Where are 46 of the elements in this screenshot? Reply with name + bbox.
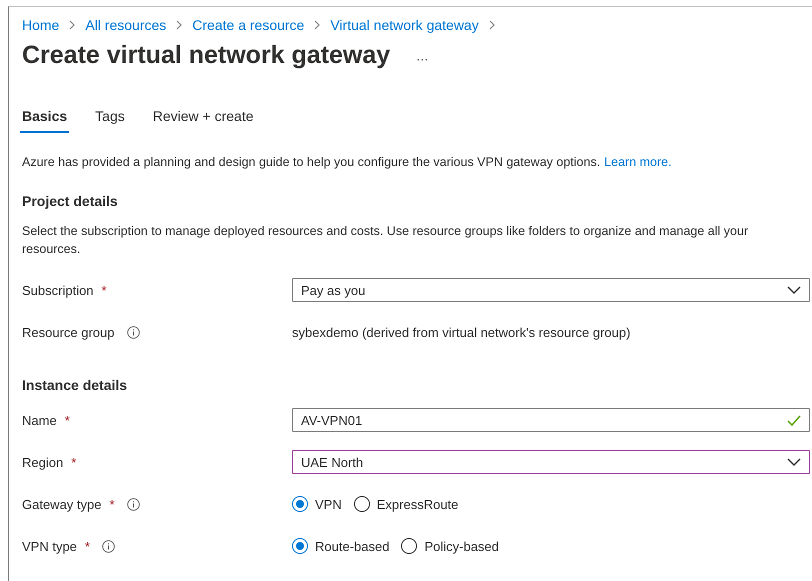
chevron-right-icon: [313, 20, 322, 30]
more-button[interactable]: ···: [416, 52, 428, 66]
info-icon[interactable]: [102, 540, 115, 552]
chevron-down-icon: [787, 458, 801, 466]
chevron-down-icon: [787, 286, 801, 294]
breadcrumb-link[interactable]: Virtual network gateway: [330, 17, 479, 33]
breadcrumb-link[interactable]: Create a resource: [192, 17, 304, 33]
radio-label: Policy-based: [424, 538, 499, 554]
section-description: Select the subscription to manage deployed resources and costs. Use resource groups like folders to organize and manage all your resources.: [22, 223, 750, 258]
chevron-right-icon: [488, 20, 496, 30]
page-title: Create virtual network gateway: [22, 41, 390, 70]
radio-button[interactable]: [292, 496, 308, 512]
chevron-right-icon: [68, 20, 76, 30]
learn-more-link[interactable]: Learn more.: [604, 155, 672, 169]
section-heading: Project details: [22, 193, 119, 209]
field-value: sybexdemo (derived from virtual network's resource group): [292, 324, 632, 340]
breadcrumb-link[interactable]: Home: [22, 17, 60, 33]
radio-button[interactable]: [401, 538, 418, 554]
field-label: Gateway type: [22, 496, 102, 512]
required-mark: *: [84, 538, 90, 554]
field-label: Region: [22, 454, 64, 470]
info-icon[interactable]: [126, 498, 140, 510]
tab[interactable]: Tags: [93, 104, 127, 133]
section-heading: Instance details: [22, 377, 128, 393]
required-mark: *: [64, 412, 70, 428]
tab[interactable]: Review + create: [150, 104, 256, 133]
required-mark: *: [110, 496, 115, 512]
chevron-right-icon: [175, 20, 184, 30]
dropdown-field[interactable]: Pay as you: [292, 278, 810, 302]
radio-button[interactable]: [292, 538, 308, 554]
radio-label: Route-based: [315, 538, 390, 554]
required-mark: *: [71, 454, 76, 470]
input-field[interactable]: AV-VPN01: [292, 408, 810, 432]
field-label: Resource group: [22, 324, 114, 340]
required-mark: *: [102, 282, 107, 298]
radio-label: VPN: [315, 496, 342, 512]
tab[interactable]: Basics: [20, 104, 70, 133]
radio-label: ExpressRoute: [376, 496, 458, 512]
field-label: Subscription: [22, 282, 94, 298]
breadcrumb-link[interactable]: All resources: [85, 17, 166, 33]
field-label: Name: [22, 412, 57, 428]
intro-text: Azure has provided a planning and design guide to help you configure the various VPN gateway options. Learn more.: [22, 155, 673, 169]
info-icon[interactable]: [126, 326, 140, 338]
dropdown-field[interactable]: UAE North: [292, 450, 810, 474]
field-label: VPN type: [22, 538, 77, 554]
radio-button[interactable]: [354, 496, 370, 512]
